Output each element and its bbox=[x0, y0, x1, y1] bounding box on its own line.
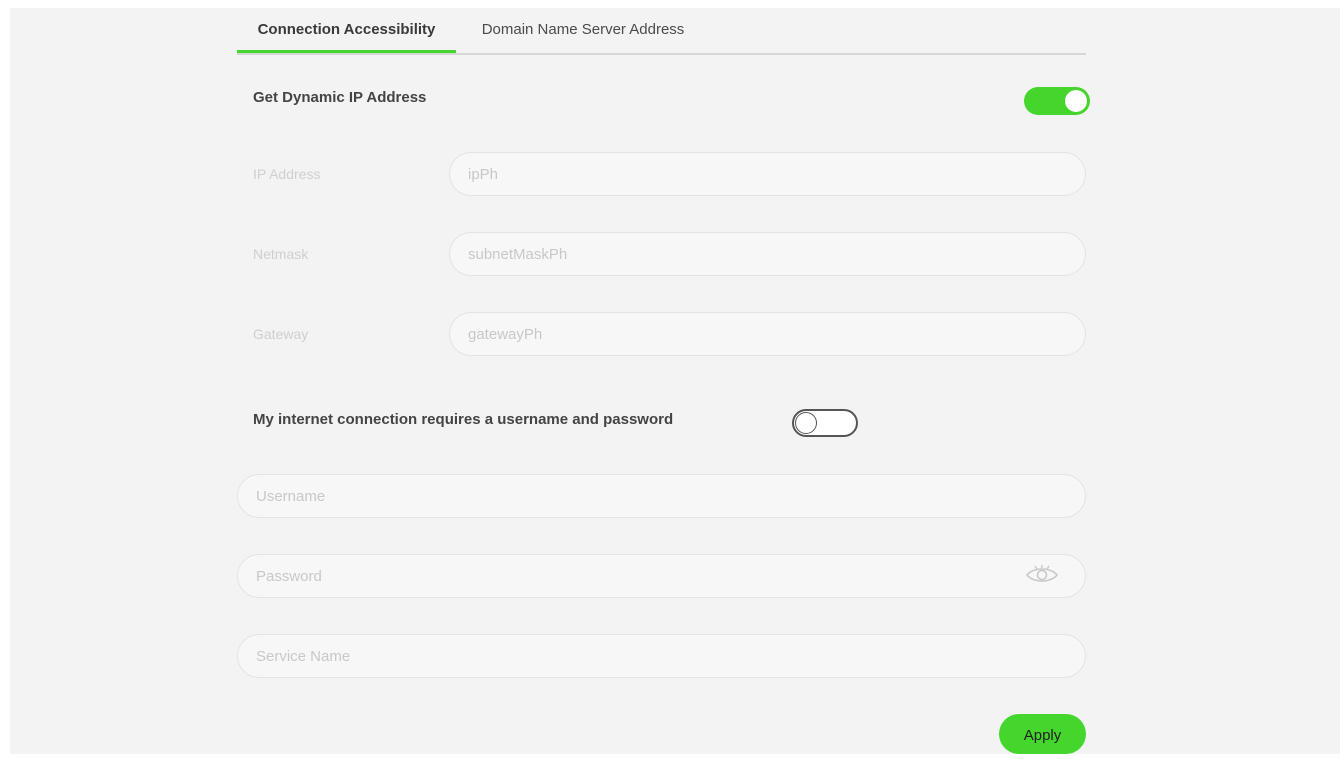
dynamic-ip-toggle[interactable] bbox=[1024, 87, 1090, 115]
netmask-label: Netmask bbox=[253, 246, 309, 262]
netmask-input[interactable] bbox=[449, 232, 1086, 276]
gateway-label: Gateway bbox=[253, 326, 309, 342]
gateway-input[interactable] bbox=[449, 312, 1086, 356]
tab-bar: Connection Accessibility Domain Name Ser… bbox=[237, 8, 1086, 55]
ip-address-label: IP Address bbox=[253, 166, 321, 182]
username-input[interactable] bbox=[237, 474, 1086, 518]
auth-required-toggle[interactable] bbox=[792, 409, 858, 437]
dynamic-ip-label: Get Dynamic IP Address bbox=[253, 89, 427, 106]
auth-required-label: My internet connection requires a userna… bbox=[253, 411, 674, 428]
toggle-knob bbox=[1065, 90, 1087, 112]
tab-connection-accessibility[interactable]: Connection Accessibility bbox=[237, 8, 456, 53]
password-input[interactable] bbox=[237, 554, 1086, 598]
apply-button[interactable]: Apply bbox=[999, 714, 1086, 754]
ip-address-input[interactable] bbox=[449, 152, 1086, 196]
service-name-input[interactable] bbox=[237, 634, 1086, 678]
eye-icon[interactable] bbox=[1025, 565, 1059, 585]
tab-domain-name-server-address[interactable]: Domain Name Server Address bbox=[456, 8, 710, 51]
toggle-knob bbox=[795, 412, 817, 434]
